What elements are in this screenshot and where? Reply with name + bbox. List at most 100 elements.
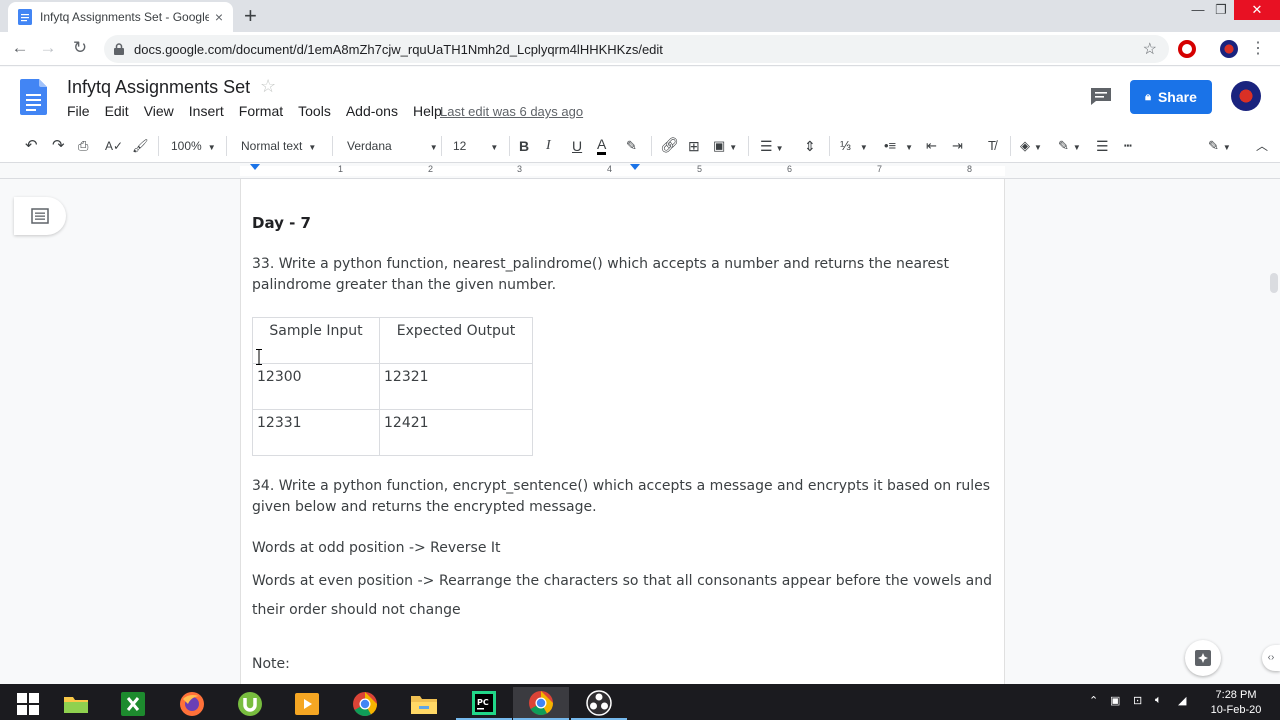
fill-color-icon[interactable]: ◈ ▼ [1020, 137, 1042, 155]
menu-format[interactable]: Format [239, 103, 283, 119]
volume-icon[interactable]: 🔈︎ [1155, 694, 1162, 707]
toolbar-divider [1010, 136, 1011, 156]
table-row: 12300 12321 [252, 363, 533, 410]
numbered-list-icon[interactable]: ⅓ ▼ [840, 137, 868, 155]
side-panel-toggle-icon[interactable]: ‹› [1262, 645, 1280, 671]
line-spacing-icon[interactable]: ⇕ [804, 137, 816, 155]
reload-icon[interactable]: ↻ [69, 38, 91, 58]
close-window-button[interactable]: ✕ [1234, 0, 1280, 20]
file-explorer-icon[interactable] [396, 687, 452, 720]
menu-view[interactable]: View [144, 103, 174, 119]
border-dash-icon[interactable]: ┅ [1124, 137, 1132, 155]
star-document-icon[interactable]: ☆ [260, 76, 276, 97]
document-outline-button[interactable] [14, 197, 66, 235]
ruler-number: 2 [428, 164, 434, 174]
highlight-color-icon[interactable]: ✎ [626, 137, 637, 155]
ruler-track [240, 166, 1005, 176]
decrease-indent-icon[interactable]: ⇤ [926, 137, 937, 155]
clear-formatting-icon[interactable]: T̸ [988, 137, 996, 155]
bulleted-list-icon[interactable]: •≡ ▼ [884, 137, 913, 155]
file-folder-icon[interactable] [48, 687, 104, 720]
account-avatar[interactable] [1231, 81, 1261, 111]
chrome-icon[interactable] [337, 687, 393, 720]
toolbar-divider [748, 136, 749, 156]
add-comment-icon[interactable]: ⊞ [688, 137, 700, 155]
address-bar[interactable]: docs.google.com/document/d/1emA8mZh7cjw_… [104, 35, 1169, 63]
new-tab-button[interactable]: + [244, 4, 257, 28]
menu-addons[interactable]: Add-ons [346, 103, 398, 119]
style-value: Normal text [241, 139, 303, 153]
profile-extension-icon[interactable] [1220, 40, 1238, 58]
forward-arrow-icon[interactable]: → [37, 38, 59, 58]
outline-list-icon [31, 208, 49, 224]
border-width-icon[interactable]: ☰ [1096, 137, 1109, 155]
menu-tools[interactable]: Tools [298, 103, 331, 119]
menu-bar: File Edit View Insert Format Tools Add-o… [67, 103, 457, 119]
font-size-select[interactable]: 12 ▼ [453, 137, 498, 155]
ruler-number: 5 [697, 164, 703, 174]
close-tab-icon[interactable]: × [215, 9, 223, 25]
text-color-button[interactable]: A [597, 137, 607, 155]
menu-file[interactable]: File [67, 103, 90, 119]
document-page[interactable]: Day - 7 33. Write a python function, nea… [240, 179, 1005, 684]
docs-header: Infytq Assignments Set ☆ File Edit View … [0, 67, 1280, 129]
chrome-active-icon[interactable] [513, 687, 569, 720]
obs-icon[interactable] [571, 687, 627, 720]
lock-icon [114, 43, 124, 55]
align-icon[interactable]: ☰ ▼ [760, 137, 783, 155]
toolbar-divider [829, 136, 830, 156]
comment-history-icon[interactable] [1090, 87, 1112, 105]
svg-text:PC: PC [477, 698, 489, 707]
document-title[interactable]: Infytq Assignments Set [67, 77, 250, 98]
ruler-number: 6 [787, 164, 793, 174]
ruler: 1 2 3 4 5 6 7 8 [0, 163, 1280, 179]
share-button[interactable]: 🔒︎ Share [1130, 80, 1212, 114]
pycharm-icon[interactable]: PC [456, 687, 512, 720]
toolbar-divider [509, 136, 510, 156]
menu-help[interactable]: Help [413, 103, 442, 119]
wifi-signal-icon[interactable]: ◢ [1178, 694, 1186, 707]
collapse-menus-icon[interactable]: ︿ [1256, 137, 1268, 155]
browser-tab[interactable]: Infytq Assignments Set - Google × [8, 2, 233, 32]
network-tray-icon[interactable]: ⊡ [1133, 694, 1142, 707]
system-clock[interactable]: 7:28 PM 10-Feb-20 [1205, 688, 1267, 718]
redo-icon[interactable]: ↷ [52, 137, 65, 155]
menu-edit[interactable]: Edit [105, 103, 129, 119]
border-color-icon[interactable]: ✎ ▼ [1058, 137, 1081, 155]
menu-insert[interactable]: Insert [189, 103, 224, 119]
last-edit-link[interactable]: Last edit was 6 days ago [440, 104, 583, 119]
utorrent-icon[interactable] [222, 687, 278, 720]
insert-link-icon[interactable]: 🔗︎ [660, 137, 679, 155]
vertical-scrollbar-thumb[interactable] [1270, 273, 1278, 293]
print-icon[interactable]: ⎙ [78, 137, 88, 155]
toolbar-divider [332, 136, 333, 156]
left-indent-marker[interactable] [250, 164, 260, 170]
windows-taskbar: PC ⌃ ▣ ⊡ 🔈︎ ◢ 7:28 PM 10-Feb-20 [0, 684, 1280, 720]
italic-button[interactable]: I [546, 137, 551, 155]
show-hidden-icons-icon[interactable]: ⌃ [1089, 694, 1098, 707]
chrome-menu-icon[interactable]: ⋮ [1250, 38, 1266, 58]
right-indent-marker[interactable] [630, 164, 640, 170]
increase-indent-icon[interactable]: ⇥ [952, 137, 963, 155]
underline-button[interactable]: U [572, 137, 582, 155]
bookmark-star-icon[interactable]: ☆ [1143, 39, 1157, 59]
style-select[interactable]: Normal text ▼ [241, 137, 316, 155]
paint-format-icon[interactable]: 🖌︎ [132, 137, 149, 155]
spellcheck-icon[interactable]: A✓ [105, 137, 123, 155]
back-arrow-icon[interactable]: ← [9, 38, 31, 58]
undo-icon[interactable]: ↶ [25, 137, 38, 155]
excel-icon[interactable] [105, 687, 161, 720]
opera-extension-icon[interactable] [1178, 40, 1196, 58]
insert-image-icon[interactable]: ▣ ▼ [713, 137, 737, 155]
firefox-icon[interactable] [164, 687, 220, 720]
system-tray-app-icon[interactable]: ▣ [1110, 694, 1120, 707]
restore-button[interactable]: ❐ [1206, 0, 1236, 20]
zoom-select[interactable]: 100% ▼ [171, 137, 216, 155]
bold-button[interactable]: B [519, 137, 529, 155]
docs-home-icon[interactable] [20, 79, 47, 115]
editing-mode-icon[interactable]: ✎ ▼ [1208, 137, 1231, 155]
media-player-icon[interactable] [279, 687, 335, 720]
font-select[interactable]: Verdana ▼ [347, 137, 438, 155]
table-header-cell: Sample Input [252, 317, 380, 364]
explore-button[interactable] [1185, 640, 1221, 676]
